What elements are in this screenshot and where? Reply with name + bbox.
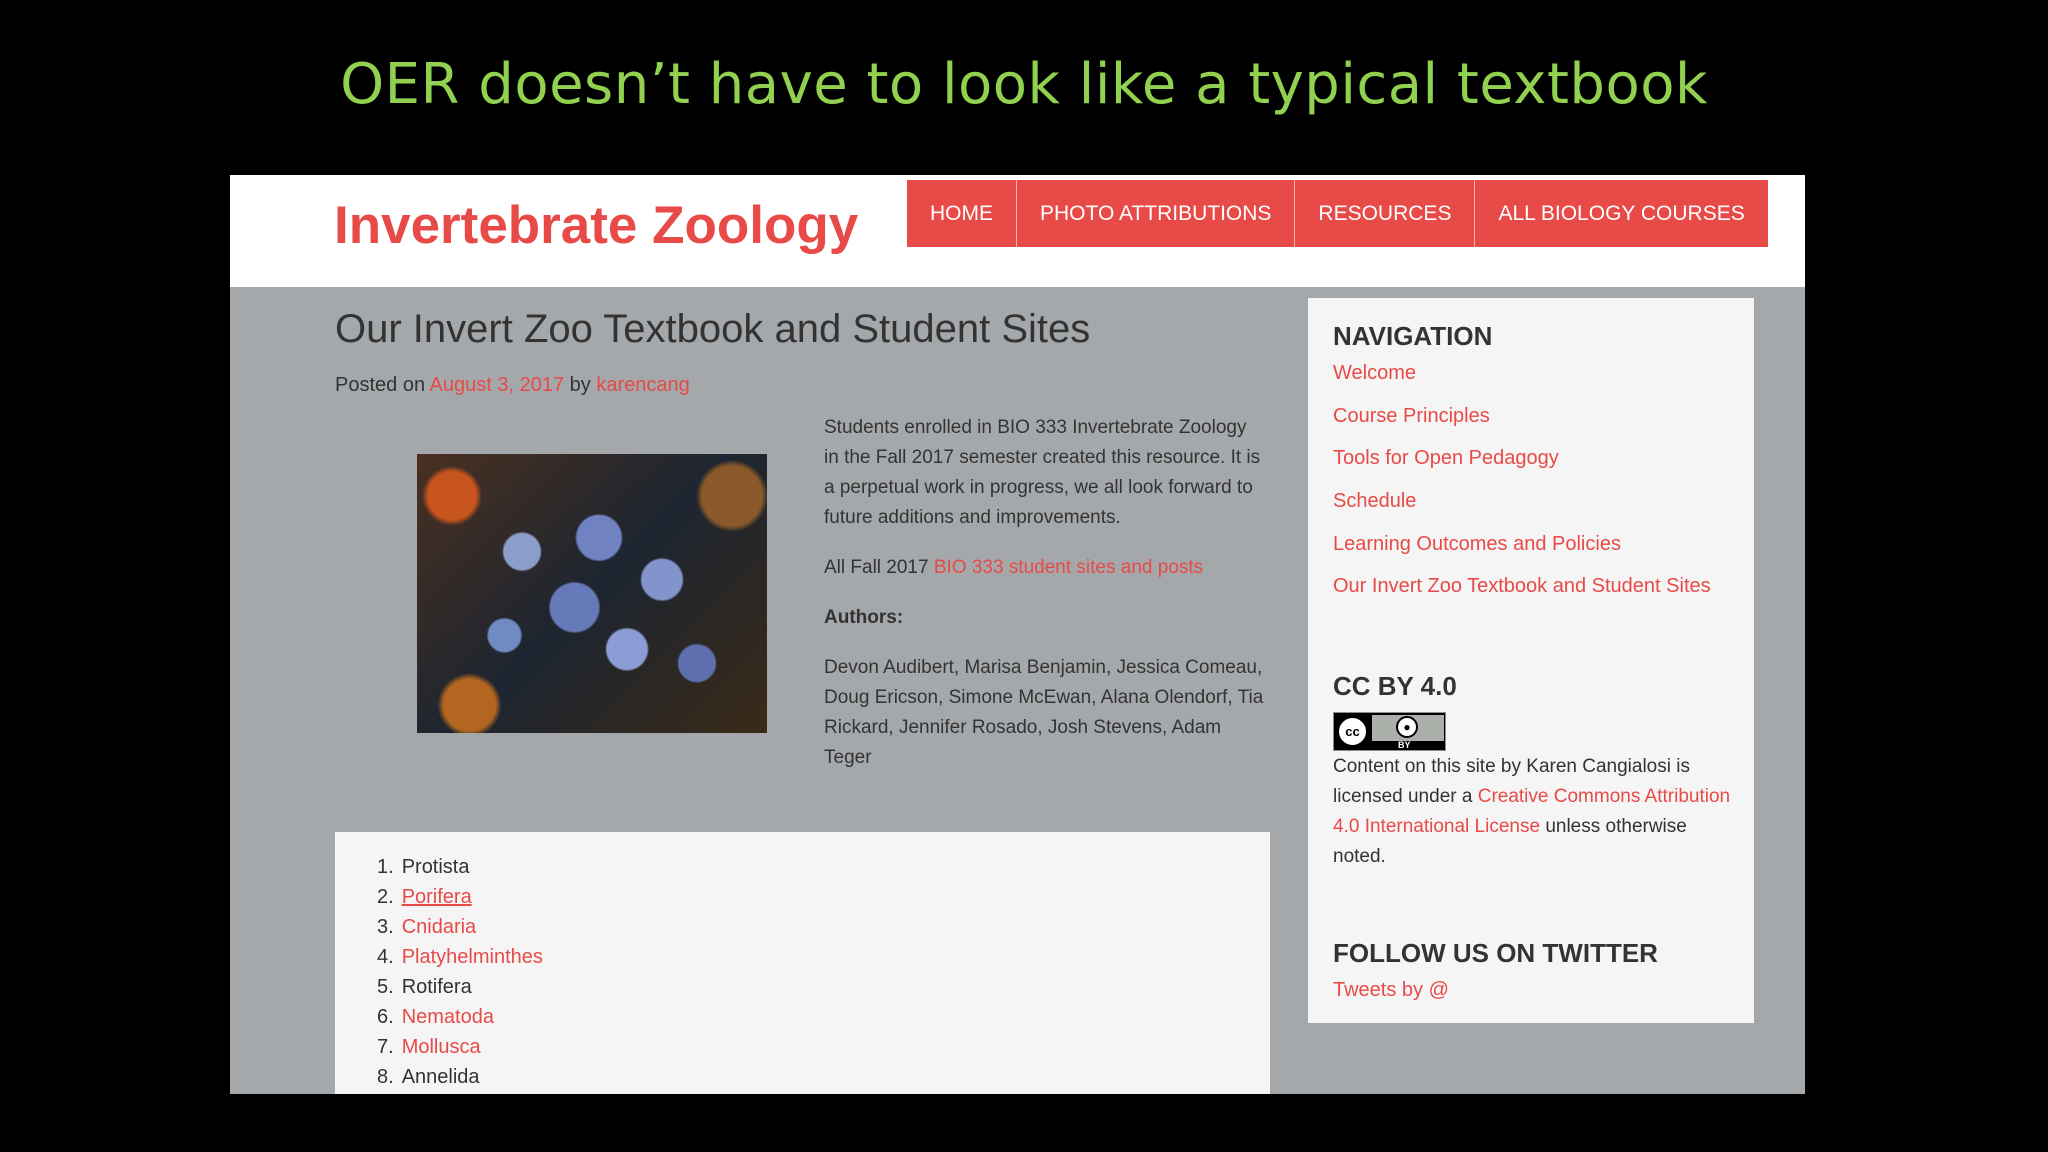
student-sites-link[interactable]: BIO 333 student sites and posts: [934, 557, 1203, 578]
sidebar-nav-link[interactable]: Tools for Open Pedagogy: [1333, 447, 1559, 469]
nav-resources[interactable]: RESOURCES: [1295, 180, 1476, 247]
phylum-label: Annelida: [401, 1066, 480, 1088]
phylum-link[interactable]: Porifera: [402, 886, 472, 908]
attribution-person-icon: ●: [1396, 716, 1418, 738]
phyla-list-item: 4. Platyhelminthes: [377, 942, 543, 972]
sidebar-nav-link[interactable]: Welcome: [1333, 362, 1416, 384]
site-title[interactable]: Invertebrate Zoology: [334, 195, 858, 256]
list-number: 6.: [377, 1006, 394, 1028]
list-number: 1.: [377, 856, 394, 878]
phylum-label: Protista: [401, 856, 470, 878]
nav-all-biology-courses[interactable]: ALL BIOLOGY COURSES: [1475, 180, 1768, 247]
phylum-link[interactable]: Mollusca: [402, 1036, 481, 1058]
sidebar-nav-item: Schedule: [1333, 490, 1711, 512]
website-screenshot: Invertebrate Zoology HOME PHOTO ATTRIBUT…: [230, 175, 1805, 1094]
phyla-list-item: 2. Porifera: [377, 882, 543, 912]
site-header: Invertebrate Zoology HOME PHOTO ATTRIBUT…: [230, 175, 1805, 287]
post-date-link[interactable]: August 3, 2017: [430, 374, 565, 396]
all-fall-label: All Fall 2017: [824, 557, 929, 578]
phyla-list-item: 6. Nematoda: [377, 1002, 543, 1032]
authors-list: Devon Audibert, Marisa Benjamin, Jessica…: [824, 657, 1264, 768]
phyla-list-box: 1. Protista 2. Porifera 3. Cnidaria 4. Platyhel…: [335, 832, 1270, 1094]
phylum-label: Rotifera: [401, 976, 472, 998]
phyla-list-item: 1. Protista: [377, 852, 543, 882]
sidebar-nav-item: Tools for Open Pedagogy: [1333, 447, 1711, 469]
license-widget-title: CC BY 4.0: [1333, 671, 1457, 701]
phylum-link[interactable]: Nematoda: [402, 1006, 494, 1028]
phyla-list-item: 7. Mollusca: [377, 1032, 543, 1062]
license-text: Content on this site by Karen Cangialosi…: [1333, 752, 1733, 872]
phyla-list: 1. Protista 2. Porifera 3. Cnidaria 4. Platyhel…: [377, 852, 543, 1092]
twitter-widget-title: FOLLOW US ON TWITTER: [1333, 938, 1658, 968]
list-number: 7.: [377, 1036, 394, 1058]
sidebar: NAVIGATION Welcome Course Principles Tools…: [1308, 298, 1754, 1023]
post-meta: Posted on August 3, 2017 by karencang: [335, 374, 690, 397]
nav-photo-attributions[interactable]: PHOTO ATTRIBUTIONS: [1017, 180, 1296, 247]
nav-home[interactable]: HOME: [907, 180, 1017, 247]
sidebar-nav-link[interactable]: Learning Outcomes and Policies: [1333, 533, 1621, 555]
tweets-link[interactable]: Tweets by @: [1333, 979, 1449, 1002]
authors-label: Authors:: [824, 607, 904, 628]
post-author-link[interactable]: karencang: [596, 374, 689, 396]
phylum-link[interactable]: Platyhelminthes: [402, 946, 543, 968]
sidebar-nav-link[interactable]: Schedule: [1333, 490, 1416, 512]
list-number: 5.: [377, 976, 394, 998]
post-intro: Students enrolled in BIO 333 Invertebrat…: [824, 417, 1261, 528]
phyla-list-item: 5. Rotifera: [377, 972, 543, 1002]
phylum-link[interactable]: Cnidaria: [402, 916, 476, 938]
list-number: 8.: [377, 1066, 394, 1088]
sidebar-nav-link[interactable]: Course Principles: [1333, 405, 1490, 427]
main-nav: HOME PHOTO ATTRIBUTIONS RESOURCES ALL BI…: [907, 180, 1768, 247]
navigation-widget-title: NAVIGATION: [1333, 321, 1493, 351]
tunicate-photo: [417, 454, 767, 733]
list-number: 2.: [377, 886, 394, 908]
sidebar-nav-item: Our Invert Zoo Textbook and Student Site…: [1333, 575, 1711, 597]
phyla-list-item: 8. Annelida: [377, 1062, 543, 1092]
cc-icon: cc: [1337, 716, 1368, 747]
sidebar-nav-item: Course Principles: [1333, 405, 1711, 427]
cc-by-badge-icon[interactable]: cc ● BY: [1333, 712, 1446, 751]
list-number: 4.: [377, 946, 394, 968]
by-label: BY: [1398, 740, 1411, 750]
phyla-list-item: 3. Cnidaria: [377, 912, 543, 942]
posted-on-label: Posted on: [335, 374, 426, 396]
post-title: Our Invert Zoo Textbook and Student Site…: [335, 307, 1091, 351]
sidebar-nav-item: Welcome: [1333, 362, 1711, 384]
post-body: Students enrolled in BIO 333 Invertebrat…: [824, 413, 1264, 793]
sidebar-nav-link[interactable]: Our Invert Zoo Textbook and Student Site…: [1333, 575, 1711, 597]
sidebar-nav-links: Welcome Course Principles Tools for Open P…: [1333, 362, 1711, 618]
by-label: by: [569, 374, 591, 396]
sidebar-nav-item: Learning Outcomes and Policies: [1333, 533, 1711, 555]
slide-title: OER doesn’t have to look like a typical …: [340, 52, 1708, 117]
all-students-line: All Fall 2017 BIO 333 student sites and …: [824, 553, 1264, 583]
list-number: 3.: [377, 916, 394, 938]
